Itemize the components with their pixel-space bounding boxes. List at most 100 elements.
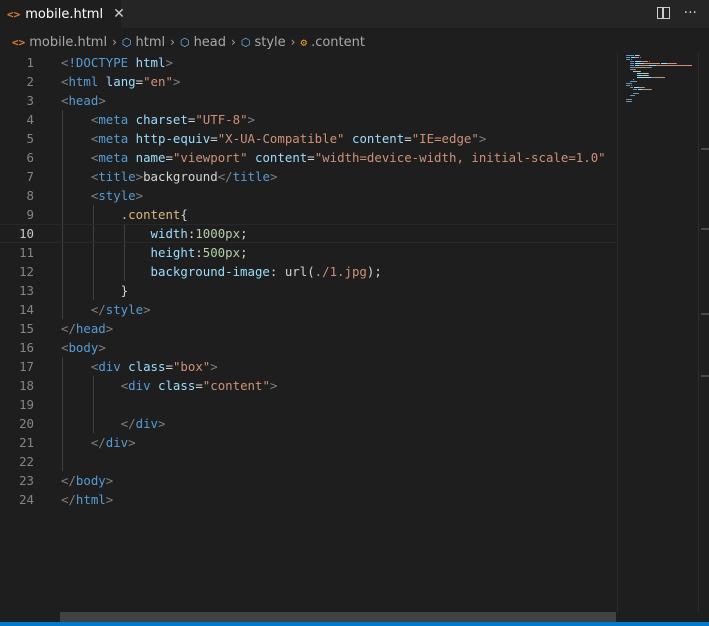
- minimap-line: [626, 57, 631, 58]
- code-text: <title>background</title>: [90, 169, 278, 184]
- code-line[interactable]: 9 .content{: [0, 205, 616, 224]
- breadcrumb-label: .content: [311, 34, 365, 50]
- code-line[interactable]: 4 <meta charset="UTF-8">: [0, 110, 616, 129]
- code-text: width:1000px;: [150, 226, 248, 241]
- minimap-line: [644, 87, 645, 88]
- line-number: 15: [19, 321, 34, 336]
- breadcrumb-label: style: [254, 34, 286, 50]
- code-line[interactable]: 13 }: [0, 281, 616, 300]
- breadcrumb-label: head: [193, 34, 227, 50]
- tab-label: mobile.html: [25, 6, 104, 22]
- chevron-right-icon: ›: [231, 35, 236, 49]
- code-line[interactable]: 24 </html>: [0, 490, 616, 509]
- html-file-icon: <>: [12, 35, 26, 49]
- code-editor[interactable]: 1 <!DOCTYPE html> 2 <html lang="en"> 3 <head>…: [0, 53, 616, 613]
- split-editor-icon[interactable]: [656, 7, 670, 19]
- minimap-line: [630, 59, 632, 60]
- scrollbar-marker: [701, 148, 709, 150]
- code-text: <head>: [61, 93, 106, 108]
- code-line[interactable]: 19: [0, 395, 616, 414]
- status-bar: [0, 622, 709, 626]
- minimap-line: [634, 89, 637, 90]
- breadcrumb-item[interactable]: ⬡ style: [241, 35, 286, 50]
- horizontal-scrollbar[interactable]: [60, 612, 616, 622]
- property-icon: ⚙: [300, 35, 308, 49]
- more-actions-icon[interactable]: ···: [684, 5, 697, 21]
- close-icon[interactable]: ✕: [113, 6, 125, 22]
- tab-bar: <> mobile.html ✕ ···: [0, 0, 709, 28]
- code-text: <div class="box">: [90, 359, 218, 374]
- line-number: 2: [26, 74, 34, 89]
- line-number: 3: [26, 93, 34, 108]
- line-number: 18: [19, 378, 34, 393]
- code-line[interactable]: 12 background-image: url(./1.jpg);: [0, 262, 616, 281]
- code-line[interactable]: 20 </div>: [0, 414, 616, 433]
- line-number: 5: [26, 131, 34, 146]
- tab-mobile-html[interactable]: <> mobile.html ✕: [0, 0, 125, 28]
- chevron-right-icon: ›: [112, 35, 117, 49]
- scrollbar-marker: [701, 313, 709, 315]
- line-number: 1: [26, 55, 34, 70]
- minimap-line: [630, 63, 635, 64]
- code-line[interactable]: 14 </style>: [0, 300, 616, 319]
- vertical-scrollbar[interactable]: [698, 53, 709, 613]
- minimap-line: [635, 67, 645, 68]
- line-number: 21: [19, 435, 34, 450]
- line-number: 8: [26, 188, 34, 203]
- minimap-line: [640, 71, 642, 72]
- code-line[interactable]: 8 <style>: [0, 186, 616, 205]
- minimap-line: [631, 83, 633, 84]
- code-line[interactable]: 10 width:1000px;: [0, 224, 616, 243]
- code-text: background-image: url(./1.jpg);: [150, 264, 382, 279]
- minimap-line: [630, 85, 632, 86]
- breadcrumb-item[interactable]: ⬡ head: [180, 35, 226, 50]
- code-line[interactable]: 16 <body>: [0, 338, 616, 357]
- code-line[interactable]: 1 <!DOCTYPE html>: [0, 53, 616, 72]
- code-text: <meta http-equiv="X-UA-Compatible" conte…: [90, 131, 487, 146]
- minimap-line: [647, 75, 649, 76]
- code-text: <body>: [61, 340, 106, 355]
- minimap-line: [636, 77, 652, 78]
- code-line[interactable]: 17 <div class="box">: [0, 357, 616, 376]
- code-line[interactable]: 6 <meta name="viewport" content="width=d…: [0, 148, 616, 167]
- minimap-line: [647, 73, 649, 74]
- code-line[interactable]: 5 <meta http-equiv="X-UA-Compatible" con…: [0, 129, 616, 148]
- code-line[interactable]: 11 height:500px;: [0, 243, 616, 262]
- line-number: 7: [26, 169, 34, 184]
- code-line[interactable]: 22: [0, 452, 616, 471]
- code-line[interactable]: 21 </div>: [0, 433, 616, 452]
- code-line[interactable]: 2 <html lang="en">: [0, 72, 616, 91]
- scrollbar-marker: [701, 375, 709, 377]
- minimap-line: [635, 63, 644, 64]
- line-number: 20: [19, 416, 34, 431]
- breadcrumb-label: html: [135, 34, 166, 50]
- code-line[interactable]: 7 <title>background</title>: [0, 167, 616, 186]
- code-text: }: [120, 283, 129, 298]
- element-icon: ⬡: [240, 35, 251, 49]
- minimap-line: [635, 81, 637, 82]
- element-icon: ⬡: [121, 35, 132, 49]
- line-number: 23: [19, 473, 34, 488]
- minimap-line: [633, 71, 641, 72]
- minimap-line: [656, 65, 692, 66]
- chevron-right-icon: ›: [290, 35, 296, 49]
- minimap-line: [676, 63, 678, 64]
- line-number: 17: [19, 359, 34, 374]
- breadcrumb-item[interactable]: ⚙ .content: [300, 35, 365, 50]
- code-line[interactable]: 15 </head>: [0, 319, 616, 338]
- code-text: <html lang="en">: [61, 74, 181, 89]
- code-line[interactable]: 18 <div class="content">: [0, 376, 616, 395]
- breadcrumb-label: mobile.html: [29, 34, 108, 50]
- breadcrumb-item[interactable]: <> mobile.html: [12, 35, 107, 50]
- element-icon: ⬡: [179, 35, 190, 49]
- minimap-line: [635, 69, 636, 70]
- minimap-line: [630, 65, 635, 66]
- minimap-line: [626, 55, 635, 56]
- minimap-line: [630, 87, 634, 88]
- code-text: <style>: [90, 188, 144, 203]
- code-line[interactable]: 23 </body>: [0, 471, 616, 490]
- code-line[interactable]: 3 <head>: [0, 91, 616, 110]
- breadcrumb-item[interactable]: ⬡ html: [122, 35, 165, 50]
- minimap[interactable]: [617, 53, 699, 613]
- line-number: 9: [26, 207, 34, 222]
